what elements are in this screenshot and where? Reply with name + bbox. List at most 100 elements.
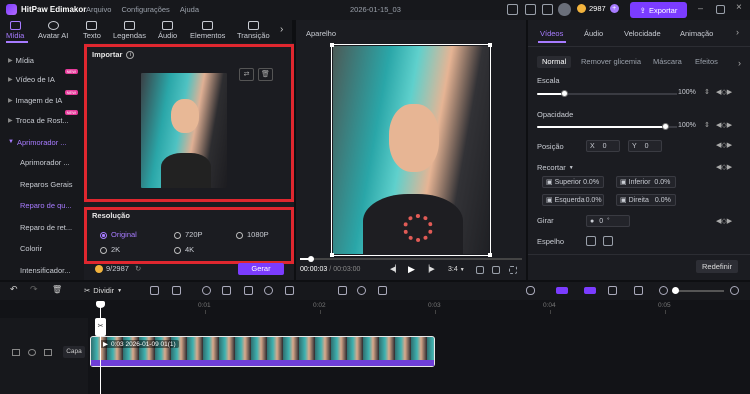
opacity-slider-knob[interactable] [662, 123, 669, 130]
split-view-icon[interactable] [608, 286, 617, 295]
sidebar-item-ai-video[interactable]: ▶ Vídeo de IA NEW [4, 69, 82, 87]
crop-toggle[interactable]: Recortar ▼ [537, 163, 574, 172]
menu-file[interactable]: Arquivo [86, 5, 111, 14]
avatar[interactable] [558, 3, 571, 16]
redo-icon[interactable]: ↷ [30, 284, 38, 295]
sidebar-item-media[interactable]: ▶ Mídia [4, 52, 82, 68]
zoom-slider-knob[interactable] [672, 287, 679, 294]
resize-handle[interactable] [488, 253, 492, 257]
generate-button[interactable]: Gerar [238, 263, 284, 275]
sidebar-item-enhancer[interactable]: ▼ Aprimorador ... [4, 134, 82, 150]
next-frame-icon[interactable]: ▕▶ [424, 265, 435, 273]
crop-left-field[interactable]: ▣ Esquerda 0.0% [542, 194, 604, 206]
zoom-in-icon[interactable] [730, 286, 739, 295]
tab-media[interactable]: Mídia [6, 21, 24, 40]
resize-handle[interactable] [488, 43, 492, 47]
snap-icon[interactable] [584, 287, 596, 294]
rotate-icon[interactable] [244, 286, 253, 295]
gift-icon[interactable] [542, 4, 553, 15]
microphone-icon[interactable] [526, 286, 535, 295]
resize-handle[interactable] [330, 43, 334, 47]
reset-button[interactable]: Redefinir [696, 260, 738, 273]
playhead-handle[interactable] [96, 301, 105, 308]
keyframe-icon[interactable]: ◀◇▶ [716, 121, 732, 129]
resize-handle[interactable] [330, 253, 334, 257]
subtab-effects[interactable]: Efeitos [690, 56, 723, 68]
tab-subtitles[interactable]: Legendas [113, 21, 146, 40]
tab-animation[interactable]: Animação [680, 29, 713, 38]
credits-counter[interactable]: 2987 + [577, 4, 619, 13]
playback-progress[interactable] [300, 256, 522, 262]
maximize-icon[interactable] [716, 5, 725, 14]
tab-audio[interactable]: Áudio [584, 29, 603, 38]
keyframe-icon[interactable]: ◀◇▶ [716, 163, 732, 171]
playback-scrubber[interactable] [308, 256, 314, 262]
replace-icon[interactable]: ⇄ [239, 68, 254, 81]
sidebar-subitem-enhancer[interactable]: Aprimorador ... [20, 158, 70, 167]
menu-settings[interactable]: Configurações [121, 5, 169, 14]
quality-icon[interactable] [492, 266, 500, 274]
inspector-more-icon[interactable]: › [736, 27, 739, 37]
aspect-ratio-dropdown[interactable]: 3:4 ▼ [448, 266, 465, 273]
fullscreen-icon[interactable] [509, 266, 517, 274]
playhead[interactable] [100, 302, 101, 394]
track-mute-icon[interactable] [44, 349, 52, 356]
tab-video[interactable]: Vídeos [540, 29, 563, 38]
resolution-option-2k[interactable]: 2K [100, 245, 120, 254]
color-match-icon[interactable] [357, 286, 366, 295]
opacity-value[interactable]: 100% [678, 122, 696, 129]
close-icon[interactable]: × [736, 2, 742, 13]
crop-right-field[interactable]: ▣ Direita 0.0% [616, 194, 676, 206]
fit-timeline-icon[interactable] [634, 286, 643, 295]
tab-transition[interactable]: Transição [237, 21, 270, 40]
crop-bottom-field[interactable]: ▣ Inferior 0.0% [616, 176, 676, 188]
add-credits-icon[interactable]: + [609, 4, 619, 13]
tab-speed[interactable]: Velocidade [624, 29, 661, 38]
playhead-scissors-icon[interactable]: ✂ [95, 318, 106, 336]
scale-slider[interactable] [537, 90, 677, 97]
track-lock-icon[interactable] [12, 349, 20, 356]
sidebar-subitem-quality-repair[interactable]: Reparo de qu... [20, 201, 72, 210]
resolution-option-720p[interactable]: 720P [174, 230, 203, 239]
stepper-icon[interactable]: ⇕ [704, 88, 710, 96]
refresh-icon[interactable]: ↻ [135, 264, 141, 273]
scale-slider-knob[interactable] [561, 90, 568, 97]
position-x-field[interactable]: X0 [586, 140, 620, 152]
subtabs-next-icon[interactable]: › [738, 58, 741, 68]
cover-button[interactable]: Capa [63, 346, 85, 358]
opacity-slider[interactable] [537, 123, 677, 130]
replay-icon[interactable] [264, 286, 273, 295]
sidebar-item-ai-image[interactable]: ▶ Imagem de IA NEW [4, 90, 82, 108]
shield-icon[interactable] [150, 286, 159, 295]
subtab-normal[interactable]: Normal [537, 56, 572, 68]
keyframe-icon[interactable]: ◀◇▶ [716, 88, 732, 96]
stepper-icon[interactable]: ⇕ [704, 121, 710, 129]
subtab-mask[interactable]: Máscara [648, 56, 687, 68]
tab-avatar-ai[interactable]: Avatar AI [38, 21, 68, 40]
flip-horizontal-icon[interactable] [586, 236, 596, 246]
crop-top-field[interactable]: ▣ Superior 0.0% [542, 176, 604, 188]
info-icon[interactable]: i [126, 50, 135, 59]
subtitle-icon[interactable] [338, 286, 347, 295]
feedback-icon[interactable] [507, 4, 518, 15]
sidebar-subitem-intensifier[interactable]: Intensificador... [20, 266, 70, 275]
keyframe-icon[interactable]: ◀◇▶ [716, 217, 732, 225]
keyframe-icon[interactable]: ◀◇▶ [716, 141, 732, 149]
crop-icon[interactable] [222, 286, 231, 295]
freeze-frame-icon[interactable] [285, 286, 294, 295]
flip-vertical-icon[interactable] [603, 236, 613, 246]
menu-help[interactable]: Ajuda [180, 5, 199, 14]
subtab-remove-glare[interactable]: Remover glicemia [576, 56, 646, 68]
text-template-icon[interactable] [172, 286, 181, 295]
zoom-slider[interactable] [672, 287, 724, 294]
resolution-option-4k[interactable]: 4K [174, 245, 194, 254]
position-y-field[interactable]: Y0 [628, 140, 662, 152]
export-button[interactable]: ⇪ Exportar [630, 2, 687, 18]
stabilize-icon[interactable] [378, 286, 387, 295]
play-icon[interactable]: ▶ [408, 264, 415, 275]
tabs-next-icon[interactable]: › [280, 24, 283, 35]
sidebar-subitem-colorize[interactable]: Colorir [20, 244, 42, 253]
rotate-field[interactable]: ● 0 ° [586, 215, 630, 227]
sidebar-item-face-swap[interactable]: ▶ Troca de Rost... NEW [4, 110, 82, 128]
trash-icon[interactable]: 🗑 [52, 285, 62, 294]
